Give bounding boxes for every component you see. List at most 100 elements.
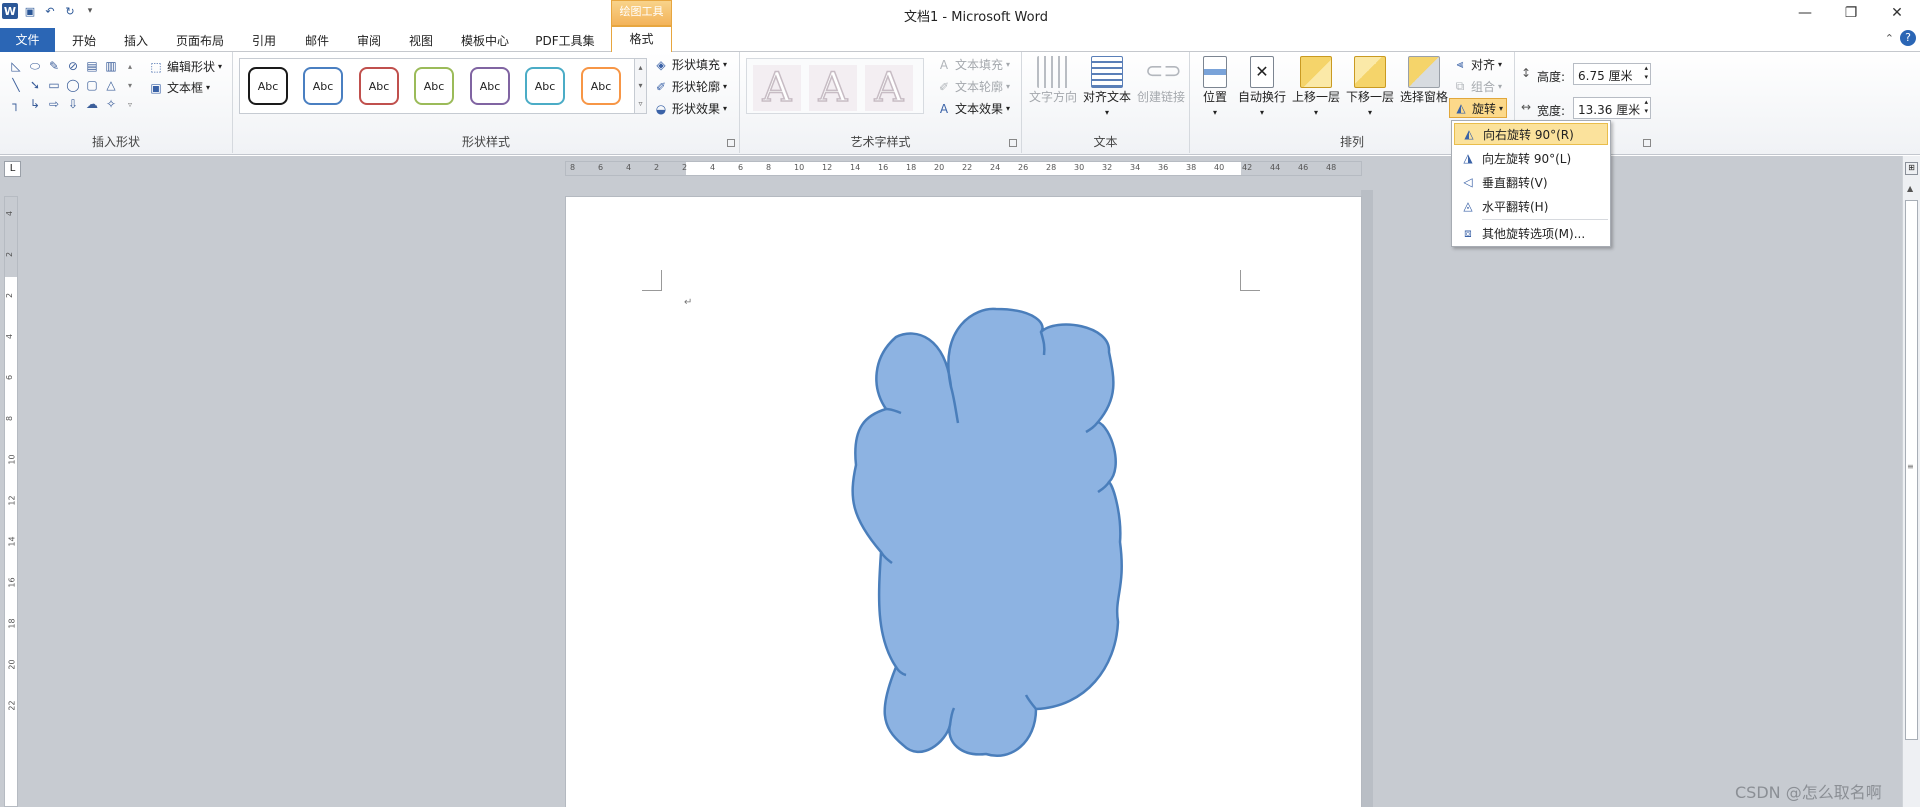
textbox-shape-icon[interactable]: ▤	[84, 58, 100, 74]
ruler-tick-label: 34	[1130, 163, 1141, 172]
shape-style-gallery[interactable]: Abc Abc Abc Abc Abc Abc Abc ▴ ▾ ▿	[239, 58, 647, 114]
position-button[interactable]: 位置 ▾	[1198, 56, 1232, 120]
restore-icon[interactable]: ❐	[1828, 0, 1874, 26]
ruler-toggle-icon[interactable]: ⊞	[1905, 162, 1918, 175]
freeform-shape-icon[interactable]: ⬭	[27, 58, 43, 74]
selection-pane-button[interactable]: 选择窗格	[1398, 56, 1450, 105]
edit-shape-button[interactable]: ⬚ 编辑形状 ▾	[148, 58, 222, 75]
shape-fill-button[interactable]: ◈ 形状填充 ▾	[653, 56, 727, 73]
tab-selector-icon[interactable]: L	[4, 161, 21, 177]
wordart-style[interactable]: A	[809, 64, 857, 112]
shape-style-swatch[interactable]: Abc	[525, 67, 565, 105]
rounded-rect-shape-icon[interactable]: ▢	[84, 77, 100, 93]
cloud-shape[interactable]	[566, 197, 1361, 807]
menu-item-more-rotation[interactable]: ⧈ 其他旋转选项(M)...	[1454, 222, 1608, 244]
text-fill-button[interactable]: A 文本填充 ▾	[936, 56, 1010, 73]
tab-file[interactable]: 文件	[0, 28, 55, 52]
wordart-style[interactable]: A	[753, 64, 801, 112]
star-shape-icon[interactable]: ✧	[103, 96, 119, 112]
line-shape-icon[interactable]: ◺	[8, 58, 24, 74]
wrap-text-button[interactable]: ✕ 自动换行 ▾	[1236, 56, 1288, 120]
height-field[interactable]: 6.75 厘米 ▴ ▾	[1573, 63, 1651, 85]
shape-style-swatch[interactable]: Abc	[359, 67, 399, 105]
arrow-line-icon[interactable]: ➘	[27, 77, 43, 93]
tab-mailings[interactable]: 邮件	[299, 30, 335, 52]
page-shadow	[1361, 190, 1373, 807]
gallery-scroll[interactable]: ▴ ▾ ▿	[634, 59, 646, 113]
ruler-tick-label: 36	[1158, 163, 1169, 172]
shape-style-swatch[interactable]: Abc	[303, 67, 343, 105]
text-effects-button[interactable]: A 文本效果 ▾	[936, 100, 1010, 117]
collapse-ribbon-icon[interactable]: ⌃	[1885, 32, 1894, 45]
tab-format[interactable]: 格式	[611, 26, 672, 53]
menu-item-flip-vertical[interactable]: ◁ 垂直翻转(V)	[1454, 171, 1608, 193]
wordart-gallery[interactable]: A A A	[746, 58, 924, 114]
group-insert-shapes: ◺ ⬭ ✎ ⊘ ▤ ▥ ▴ ╲ ➘ ▭ ◯ ▢ △ ▾ ┐ ↳ ⇨ ⇩ ☁ ✧ ▿ ⬚ 编辑形状 ▾ ▣ 文本框 ▾ 插入形…	[0, 52, 233, 153]
text-direction-button[interactable]: 文字方向	[1028, 56, 1078, 105]
triangle-shape-icon[interactable]: △	[103, 77, 119, 93]
tab-review[interactable]: 审阅	[351, 30, 387, 52]
gallery-more-icon[interactable]: ▿	[122, 96, 138, 112]
diagonal-line-icon[interactable]: ╲	[8, 77, 24, 93]
help-icon[interactable]: ?	[1900, 30, 1916, 46]
align-button[interactable]: ⫷ 对齐 ▾	[1452, 56, 1502, 73]
tab-insert[interactable]: 插入	[118, 30, 154, 52]
group-icon: ⧉	[1455, 79, 1465, 93]
close-icon[interactable]: ✕	[1874, 0, 1920, 26]
spinner-icon[interactable]: ▴ ▾	[1644, 64, 1648, 82]
gallery-up-icon[interactable]: ▴	[122, 58, 138, 74]
tab-pdf-tools[interactable]: PDF工具集	[533, 30, 597, 52]
horizontal-ruler[interactable]: 8 6 4 2 2 4 6 8 10 12 14 16 18 20 22 24 26 28 30 32 34 36 38 40…	[565, 161, 1362, 176]
shape-effects-button[interactable]: ◒ 形状效果 ▾	[653, 100, 727, 117]
dialog-launcher-icon[interactable]	[1643, 139, 1651, 147]
rotate-button[interactable]: ◭ 旋转 ▾	[1449, 98, 1508, 118]
vertical-scrollbar[interactable]: ⊞ ▲ ≡	[1902, 156, 1920, 807]
shape-style-swatch[interactable]: Abc	[470, 67, 510, 105]
gallery-down-icon[interactable]: ▾	[122, 77, 138, 93]
text-box-button[interactable]: ▣ 文本框 ▾	[148, 79, 210, 96]
vtextbox-shape-icon[interactable]: ▥	[103, 58, 119, 74]
menu-item-rotate-left[interactable]: ◮ 向左旋转 90°(L)	[1454, 147, 1608, 169]
create-link-button[interactable]: ⊂⊃ 创建链接	[1136, 56, 1186, 105]
shape-outline-button[interactable]: ✐ 形状轮廓 ▾	[653, 78, 727, 95]
dialog-launcher-icon[interactable]	[727, 139, 735, 147]
send-backward-button[interactable]: 下移一层 ▾	[1344, 56, 1396, 120]
bring-forward-button[interactable]: 上移一层 ▾	[1290, 56, 1342, 120]
width-icon: ↔	[1521, 100, 1532, 114]
cloud-shape-path	[851, 307, 1123, 757]
shape-style-swatch[interactable]: Abc	[248, 67, 288, 105]
shape-gallery[interactable]: ◺ ⬭ ✎ ⊘ ▤ ▥ ▴ ╲ ➘ ▭ ◯ ▢ △ ▾ ┐ ↳ ⇨ ⇩ ☁ ✧ ▿	[8, 58, 138, 112]
document-page[interactable]: ↵	[566, 197, 1361, 807]
tab-page-layout[interactable]: 页面布局	[172, 30, 228, 52]
minimize-icon[interactable]: —	[1782, 0, 1828, 26]
elbow-connector-icon[interactable]: ┐	[8, 96, 24, 112]
tab-references[interactable]: 引用	[246, 30, 282, 52]
oval-shape-icon[interactable]: ◯	[65, 77, 81, 93]
scribble-shape-icon[interactable]: ✎	[46, 58, 62, 74]
align-text-button[interactable]: 对齐文本 ▾	[1082, 56, 1132, 120]
window-controls: — ❐ ✕	[1782, 0, 1920, 26]
tab-view[interactable]: 视图	[403, 30, 439, 52]
shape-style-swatch[interactable]: Abc	[581, 67, 621, 105]
spinner-icon[interactable]: ▴ ▾	[1644, 98, 1648, 116]
tab-home[interactable]: 开始	[66, 30, 102, 52]
wordart-style[interactable]: A	[865, 64, 913, 112]
vertical-ruler[interactable]: 4 2 2 4 6 8 10 12 14 16 18 20 22	[4, 196, 18, 807]
menu-item-flip-horizontal[interactable]: ◬ 水平翻转(H)	[1454, 195, 1608, 217]
down-arrow-shape-icon[interactable]: ⇩	[65, 96, 81, 112]
menu-item-rotate-right[interactable]: ◭ 向右旋转 90°(R)	[1454, 123, 1608, 145]
cloud-shape-icon[interactable]: ☁	[84, 96, 100, 112]
rectangle-shape-icon[interactable]: ▭	[46, 77, 62, 93]
tab-template-center[interactable]: 模板中心	[455, 30, 515, 52]
text-outline-button[interactable]: ✐ 文本轮廓 ▾	[936, 78, 1010, 95]
shape-style-swatch[interactable]: Abc	[414, 67, 454, 105]
ruler-tick-label: 44	[1270, 163, 1281, 172]
chevron-down-icon: ▾	[723, 82, 728, 91]
group-button[interactable]: ⧉ 组合 ▾	[1452, 78, 1502, 95]
width-field[interactable]: 13.36 厘米 ▴ ▾	[1573, 97, 1651, 119]
no-symbol-shape-icon[interactable]: ⊘	[65, 58, 81, 74]
dialog-launcher-icon[interactable]	[1009, 139, 1017, 147]
scroll-up-icon[interactable]: ▲	[1907, 184, 1913, 193]
right-arrow-shape-icon[interactable]: ⇨	[46, 96, 62, 112]
elbow-arrow-icon[interactable]: ↳	[27, 96, 43, 112]
